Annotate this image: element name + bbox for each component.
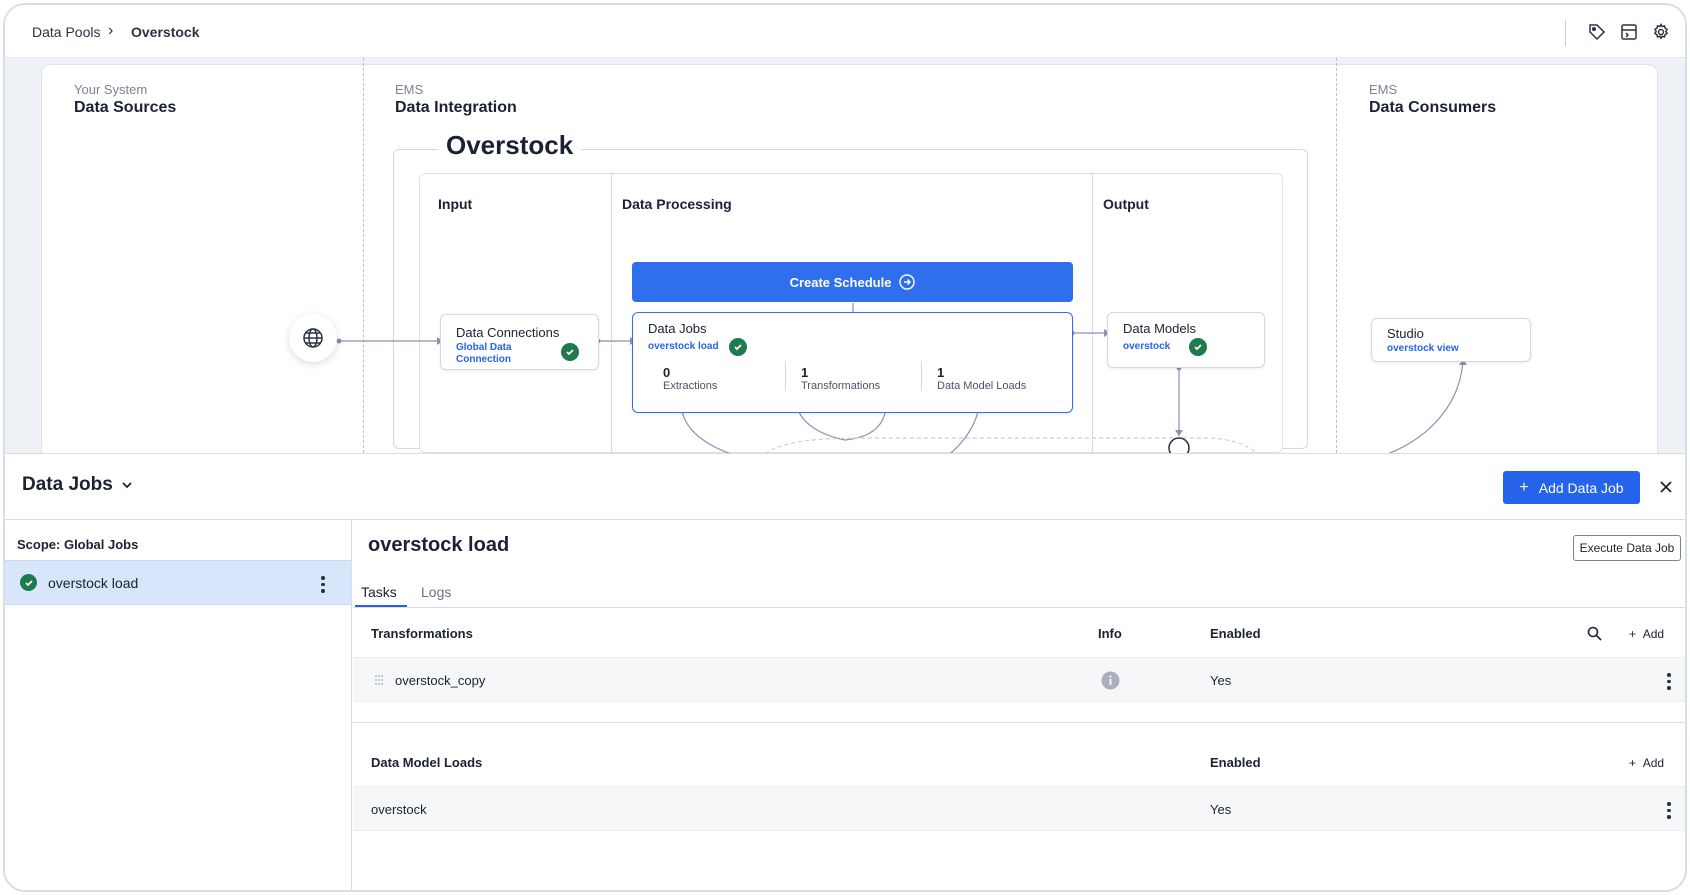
data-jobs-node[interactable]: Data Jobs overstock load 0 Extractions 1T… <box>632 312 1073 413</box>
studio-title: Studio <box>1387 326 1424 341</box>
top-bar: Data Pools › Overstock <box>5 5 1685 58</box>
global-connection-link[interactable]: Global Data Connection <box>456 342 536 366</box>
arrow-circle-icon <box>899 274 916 290</box>
enabled-header: Enabled <box>1210 626 1261 641</box>
info-header: Info <box>1098 626 1122 641</box>
add-data-job-label: Add Data Job <box>1538 479 1624 496</box>
list-item[interactable]: overstock load <box>5 560 351 605</box>
data-connections-title: Data Connections <box>456 325 560 340</box>
transformations-header: Transformations <box>371 626 473 641</box>
breadcrumb-data-pools[interactable]: Data Pools <box>32 24 100 40</box>
info-icon[interactable] <box>1101 671 1120 690</box>
chevron-down-icon[interactable] <box>120 478 134 492</box>
model-load-name: overstock <box>371 802 427 817</box>
execute-data-job-button[interactable]: Execute Data Job <box>1573 535 1681 561</box>
overstock-model-link[interactable]: overstock <box>1123 341 1170 353</box>
panel-title[interactable]: Data Jobs <box>22 474 113 496</box>
tabs-divider <box>353 607 1685 608</box>
model-loads-header: Data Model Loads <box>371 755 483 770</box>
flow-canvas[interactable]: Your System Data Sources EMS Data Integr… <box>5 58 1685 453</box>
jobs-list: Scope: Global Jobs overstock load <box>5 520 352 890</box>
drag-handle-icon[interactable] <box>374 674 384 686</box>
close-icon[interactable] <box>1657 478 1675 496</box>
tag-icon[interactable] <box>1587 22 1607 42</box>
table-row[interactable]: overstock_copy Yes <box>353 657 1685 702</box>
more-options-icon[interactable] <box>1667 673 1671 693</box>
tab-tasks[interactable]: Tasks <box>361 584 397 600</box>
globe-icon[interactable] <box>289 314 337 362</box>
overstock-view-link[interactable]: overstock view <box>1387 343 1459 355</box>
job-name: overstock load <box>48 575 139 591</box>
data-jobs-title: Data Jobs <box>648 321 707 336</box>
data-jobs-panel: Data Jobs + Add Data Job Scope: Global J… <box>5 453 1685 890</box>
check-icon <box>561 343 579 361</box>
search-icon[interactable] <box>1587 626 1602 641</box>
check-icon <box>20 574 37 591</box>
job-title: overstock load <box>368 534 510 556</box>
overstock-load-link[interactable]: overstock load <box>648 341 719 353</box>
data-connections-node[interactable]: Data Connections Global Data Connection <box>440 314 599 370</box>
table-row[interactable]: overstock Yes <box>353 786 1685 831</box>
toolbar-divider <box>1565 20 1566 46</box>
more-options-icon[interactable] <box>321 576 325 596</box>
scope-label: Scope: Global Jobs <box>17 537 139 552</box>
studio-node[interactable]: Studio overstock view <box>1371 318 1531 362</box>
create-schedule-label: Create Schedule <box>789 274 892 290</box>
code-panel-icon[interactable] <box>1619 22 1639 42</box>
tab-logs[interactable]: Logs <box>421 584 451 600</box>
create-schedule-button[interactable]: Create Schedule <box>632 262 1073 302</box>
breadcrumb-current: Overstock <box>131 24 200 40</box>
stat-divider <box>921 361 922 391</box>
stat-extractions: 0 Extractions <box>663 365 718 392</box>
stat-transformations: 1 Transformations <box>801 365 881 392</box>
add-model-load-button[interactable]: + Add <box>1629 756 1664 770</box>
stat-model-loads: 1 Data Model Loads <box>937 365 1027 392</box>
gear-icon[interactable] <box>1651 22 1671 42</box>
model-load-enabled: Yes <box>1210 802 1232 817</box>
plus-icon: + <box>1519 478 1529 496</box>
section-divider <box>353 722 1685 723</box>
model-loads-enabled-header: Enabled <box>1210 755 1261 770</box>
stat-divider <box>785 361 786 391</box>
app-window: Data Pools › Overstock Your System Data … <box>3 3 1687 892</box>
transformation-enabled: Yes <box>1210 673 1232 688</box>
check-icon <box>729 338 747 356</box>
check-icon <box>1189 338 1207 356</box>
add-transformation-button[interactable]: + Add <box>1629 627 1664 641</box>
data-models-node[interactable]: Data Models overstock <box>1107 312 1265 368</box>
data-models-title: Data Models <box>1123 321 1196 336</box>
more-options-icon[interactable] <box>1667 802 1671 822</box>
transformation-name: overstock_copy <box>395 673 486 688</box>
breadcrumb-separator: › <box>108 22 114 39</box>
add-data-job-button[interactable]: + Add Data Job <box>1503 471 1640 504</box>
